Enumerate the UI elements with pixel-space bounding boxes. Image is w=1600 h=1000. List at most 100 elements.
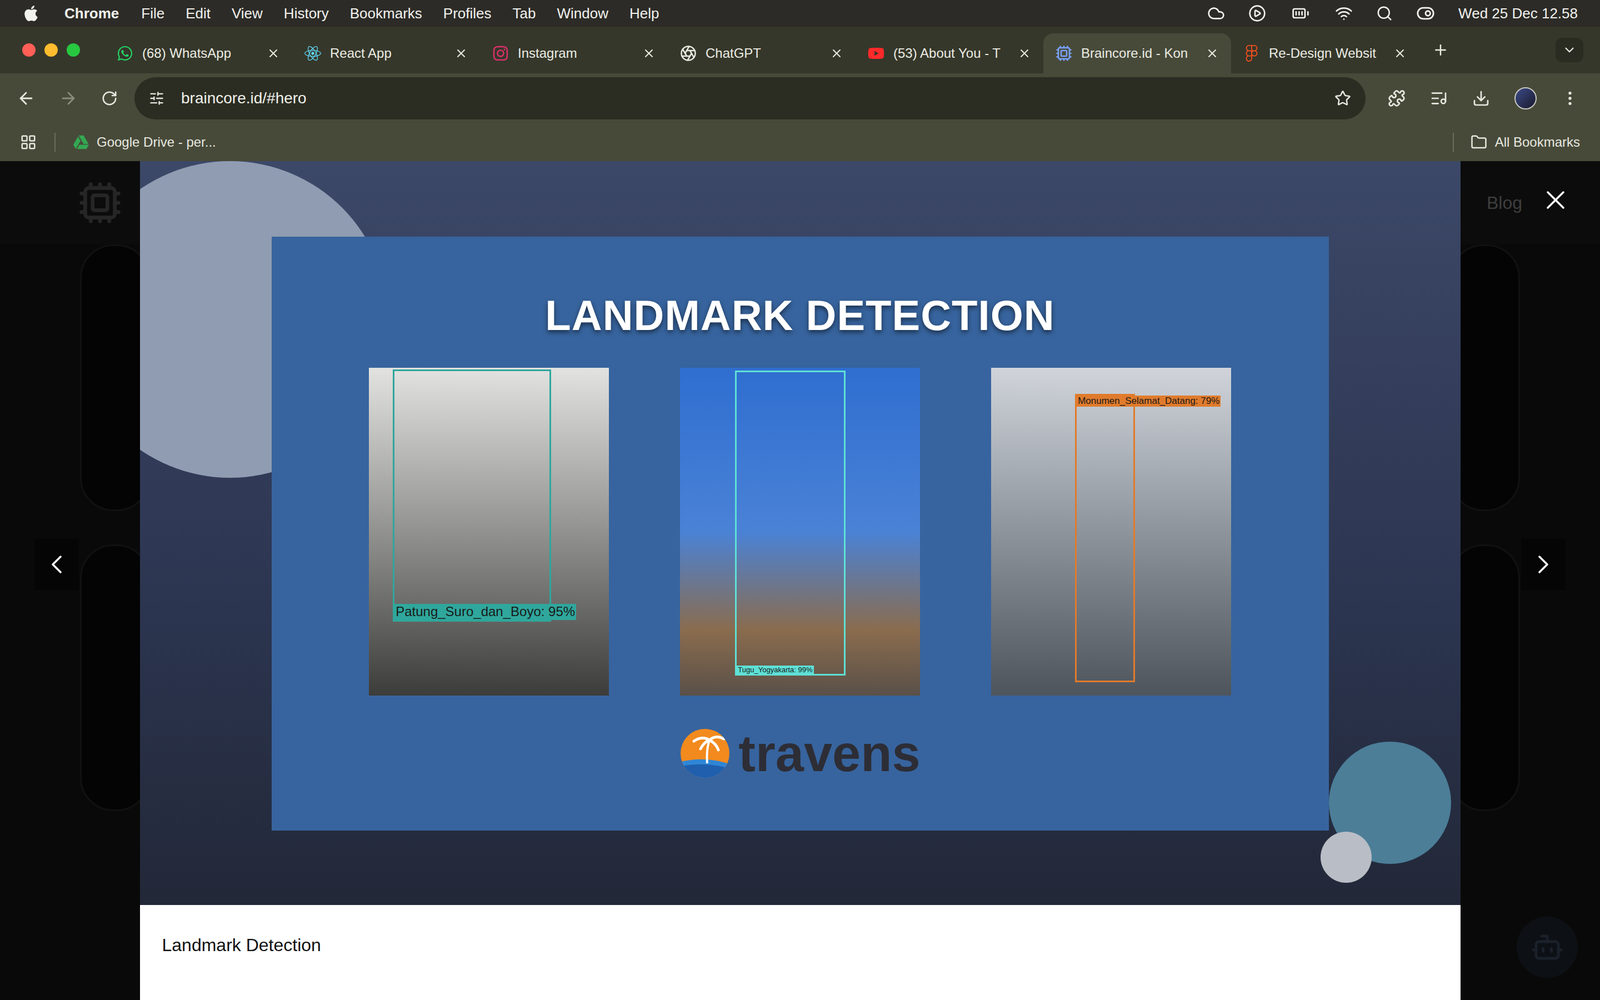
close-tab-icon[interactable] <box>1017 46 1032 60</box>
landmark-photo: Patung_Suro_dan_Boyo: 95% <box>368 367 609 696</box>
profile-avatar[interactable] <box>1514 87 1537 110</box>
braincore-icon <box>1055 45 1073 62</box>
close-tab-icon[interactable] <box>830 46 844 60</box>
chatgpt-icon <box>680 45 697 62</box>
chevron-left-icon <box>41 548 73 580</box>
new-tab-icon[interactable] <box>1432 41 1449 59</box>
download-icon[interactable] <box>1472 89 1490 108</box>
back-icon[interactable] <box>16 88 36 108</box>
tab-search-button[interactable] <box>1555 37 1584 63</box>
google-drive-icon <box>73 134 89 150</box>
apps-icon[interactable] <box>20 133 37 151</box>
minimize-window-button[interactable] <box>44 43 58 57</box>
next-button[interactable] <box>1521 538 1566 590</box>
apple-icon[interactable] <box>22 4 40 23</box>
whatsapp-icon <box>116 45 134 62</box>
bookmarks-bar: Google Drive - per... All Bookmarks <box>0 123 1600 162</box>
close-tab-icon[interactable] <box>454 46 468 60</box>
chevron-right-icon <box>1527 548 1559 580</box>
creative-cloud-icon[interactable] <box>1207 4 1225 23</box>
menu-item[interactable]: Help <box>629 2 659 25</box>
close-window-button[interactable] <box>22 43 36 57</box>
menu-bar: Chrome File Edit View History Bookmarks Profil… <box>0 0 1600 27</box>
menu-item[interactable]: Window <box>556 2 608 25</box>
separator <box>54 132 56 152</box>
menu-item[interactable]: Profiles <box>443 2 492 25</box>
menu-item[interactable]: File <box>141 2 165 25</box>
youtube-icon <box>867 45 885 62</box>
browser-tab[interactable]: Braincore.id - Kon <box>1043 33 1232 74</box>
play-icon[interactable] <box>1248 4 1267 23</box>
close-tab-icon[interactable] <box>1205 46 1219 60</box>
app-menu[interactable]: Chrome <box>64 2 119 25</box>
brand-name: travens <box>738 726 920 781</box>
site-info-icon[interactable] <box>148 90 165 107</box>
tab-title: Braincore.id - Kon <box>1081 43 1197 64</box>
close-tab-icon[interactable] <box>266 46 280 60</box>
browser-tab[interactable]: (53) About You - T <box>855 33 1044 74</box>
detection-label: Monumen_Selamat_Datang: 79% <box>1076 395 1221 407</box>
slide-heading: LANDMARK DETECTION <box>545 292 1055 339</box>
chevron-down-icon <box>1562 42 1577 58</box>
bookmark-label: Google Drive - per... <box>96 132 217 153</box>
decor-circle <box>1320 831 1372 883</box>
forward-icon[interactable] <box>58 88 78 108</box>
bounding-box: Tugu_Yogyakarta: 99% <box>735 370 846 676</box>
tab-title: React App <box>330 43 446 64</box>
address-bar[interactable]: braincore.id/#hero <box>134 77 1366 120</box>
tab-title: ChatGPT <box>705 43 822 64</box>
landmark-photo: Monumen_Selamat_Datang: 79% <box>991 367 1232 696</box>
battery-icon[interactable] <box>1289 4 1312 23</box>
window-controls <box>22 43 80 57</box>
browser-tab[interactable]: (68) WhatsApp <box>104 33 293 74</box>
page-viewport: BlogLANDMARK DETECTIONPatung_Suro_dan_Bo… <box>0 161 1600 1000</box>
close-icon <box>1540 184 1572 216</box>
photo-row: Patung_Suro_dan_Boyo: 95% Tugu_Yogyakarta… <box>368 367 1232 696</box>
detection-label: Tugu_Yogyakarta: 99% <box>736 665 814 675</box>
status-icons: Wed 25 Dec 12.58 <box>1207 2 1578 25</box>
slide-panel: LANDMARK DETECTION Patung_Suro_dan_Boyo: … <box>271 236 1329 831</box>
tab-title: Re-Design Websit <box>1268 43 1385 64</box>
clock[interactable]: Wed 25 Dec 12.58 <box>1458 2 1578 25</box>
brand-logo: travens <box>679 726 920 781</box>
close-tab-icon[interactable] <box>1393 46 1407 60</box>
instagram-icon <box>492 45 509 62</box>
toolbar: braincore.id/#hero <box>0 73 1600 124</box>
menu-item[interactable]: Edit <box>185 2 211 25</box>
lightbox: LANDMARK DETECTION Patung_Suro_dan_Boyo: … <box>140 161 1461 1000</box>
all-bookmarks[interactable]: All Bookmarks <box>1470 132 1580 153</box>
url[interactable]: braincore.id/#hero <box>181 86 1318 110</box>
menu-item[interactable]: View <box>231 2 263 25</box>
lightbox-overlay: LANDMARK DETECTION Patung_Suro_dan_Boyo: … <box>0 161 1600 1000</box>
browser-tab[interactable]: Re-Design Websit <box>1231 33 1419 74</box>
separator <box>1452 132 1454 152</box>
tab-title: (53) About You - T <box>893 43 1009 64</box>
figma-icon <box>1243 45 1260 62</box>
lightbox-caption: Landmark Detection <box>140 905 1461 1000</box>
menu-item[interactable]: History <box>283 2 329 25</box>
bounding-box: Patung_Suro_dan_Boyo: 95% <box>392 369 552 622</box>
reload-icon[interactable] <box>101 90 118 107</box>
browser-tab[interactable]: ChatGPT <box>667 33 856 74</box>
bounding-box: Monumen_Selamat_Datang: 79% <box>1075 393 1135 683</box>
slide-image: LANDMARK DETECTION Patung_Suro_dan_Boyo: … <box>140 161 1461 905</box>
extensions-icon[interactable] <box>1387 89 1406 108</box>
browser-tab[interactable]: Instagram <box>480 33 668 74</box>
wifi-icon[interactable] <box>1335 4 1353 23</box>
spotlight-icon[interactable] <box>1376 5 1393 22</box>
detection-label: Patung_Suro_dan_Boyo: 95% <box>394 603 577 620</box>
media-icon[interactable] <box>1430 89 1448 108</box>
close-tab-icon[interactable] <box>642 46 656 60</box>
bookmark-star-icon[interactable] <box>1334 90 1352 107</box>
folder-icon <box>1470 133 1488 151</box>
menu-icon[interactable] <box>1561 89 1579 108</box>
menu-item[interactable]: Bookmarks <box>350 2 423 25</box>
zoom-window-button[interactable] <box>66 43 80 57</box>
previous-button[interactable] <box>34 538 79 590</box>
menu-item[interactable]: Tab <box>512 2 537 25</box>
browser-tab[interactable]: React App <box>292 33 480 74</box>
palm-sun-icon <box>679 727 731 779</box>
close-button[interactable] <box>1538 183 1573 217</box>
control-center-icon[interactable] <box>1416 3 1435 23</box>
bookmark[interactable]: Google Drive - per... <box>73 132 217 153</box>
